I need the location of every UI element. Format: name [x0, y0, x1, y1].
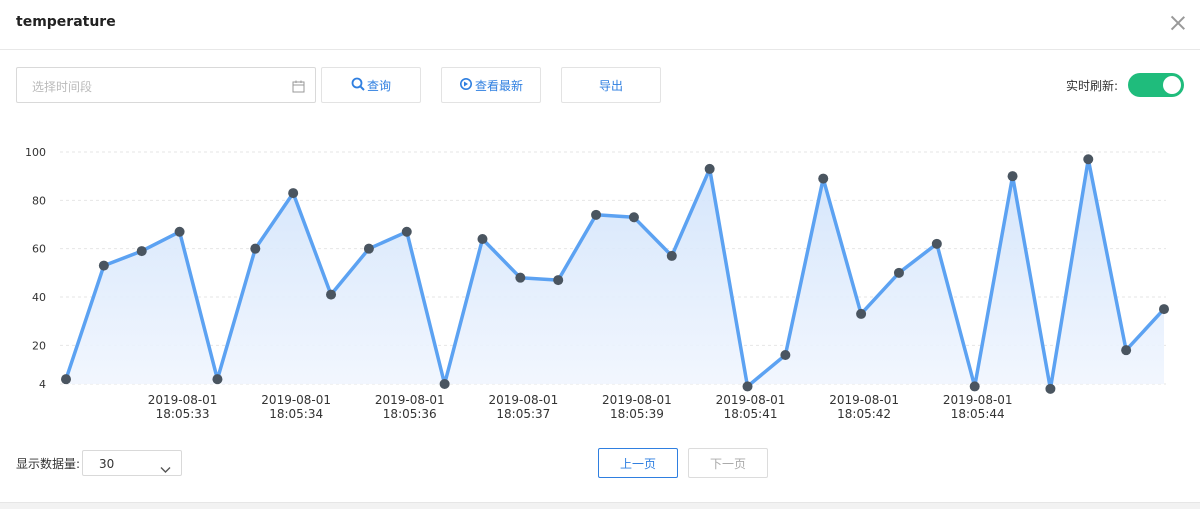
export-button[interactable]: 导出	[561, 67, 661, 103]
chevron-down-icon	[160, 459, 171, 478]
data-point[interactable]	[326, 289, 337, 300]
y-tick-label: 40	[32, 291, 46, 304]
data-point[interactable]	[174, 226, 185, 237]
export-button-label: 导出	[598, 78, 623, 93]
data-point[interactable]	[742, 381, 753, 392]
data-point[interactable]	[288, 188, 299, 199]
date-range-placeholder: 选择时间段	[32, 80, 93, 94]
dialog-title: temperature	[16, 14, 116, 30]
data-point[interactable]	[969, 381, 980, 392]
y-tick-label: 80	[32, 194, 46, 207]
data-point[interactable]	[704, 163, 715, 174]
y-tick-label: 100	[25, 146, 46, 159]
x-tick-time-label: 18:05:42	[837, 407, 891, 421]
x-tick-date-label: 2019-08-01	[943, 393, 1013, 407]
data-point[interactable]	[666, 250, 677, 261]
x-tick-time-label: 18:05:37	[496, 407, 550, 421]
data-point[interactable]	[1007, 171, 1018, 182]
data-point[interactable]	[591, 209, 602, 220]
data-point[interactable]	[98, 260, 109, 271]
data-point[interactable]	[515, 272, 526, 283]
view-latest-label: 查看最新	[474, 78, 523, 93]
x-tick-date-label: 2019-08-01	[148, 393, 218, 407]
previous-page-button[interactable]: 上一页	[598, 448, 678, 478]
data-point[interactable]	[818, 173, 829, 184]
data-count-label: 显示数据量:	[16, 457, 81, 471]
x-tick-time-label: 18:05:44	[951, 407, 1005, 421]
data-point[interactable]	[893, 267, 904, 278]
x-tick-date-label: 2019-08-01	[261, 393, 331, 407]
data-point[interactable]	[1159, 304, 1169, 315]
data-point[interactable]	[856, 308, 867, 319]
view-latest-button[interactable]: 查看最新	[441, 67, 541, 103]
calendar-icon	[292, 78, 305, 97]
data-point[interactable]	[1121, 345, 1132, 356]
realtime-refresh-toggle[interactable]	[1128, 73, 1184, 97]
query-button-label: 查询	[366, 78, 391, 93]
data-point[interactable]	[1083, 154, 1094, 165]
data-point[interactable]	[628, 212, 639, 223]
x-tick-time-label: 18:05:33	[156, 407, 210, 421]
x-tick-date-label: 2019-08-01	[488, 393, 558, 407]
x-tick-time-label: 18:05:34	[269, 407, 323, 421]
x-tick-time-label: 18:05:39	[610, 407, 664, 421]
date-range-picker[interactable]: 选择时间段	[16, 67, 316, 103]
x-tick-date-label: 2019-08-01	[716, 393, 786, 407]
y-tick-label: 20	[32, 339, 46, 352]
data-count-select[interactable]: 30	[82, 450, 182, 476]
data-point[interactable]	[439, 379, 450, 389]
data-point[interactable]	[780, 350, 791, 360]
footer-strip	[0, 502, 1200, 509]
dialog-header: temperature	[0, 0, 1200, 50]
search-icon	[351, 77, 367, 94]
y-tick-label: 4	[39, 378, 46, 391]
realtime-refresh-label: 实时刷新:	[1066, 79, 1119, 93]
data-point[interactable]	[363, 243, 374, 254]
refresh-icon	[459, 77, 475, 94]
x-tick-date-label: 2019-08-01	[375, 393, 445, 407]
chart-area-fill	[66, 159, 1164, 389]
data-point[interactable]	[401, 226, 412, 237]
x-tick-time-label: 18:05:41	[724, 407, 778, 421]
data-point[interactable]	[477, 234, 488, 244]
y-tick-label: 60	[32, 243, 46, 256]
close-icon[interactable]	[1170, 15, 1186, 31]
data-point[interactable]	[1045, 383, 1056, 394]
data-point[interactable]	[136, 246, 147, 257]
next-page-button[interactable]: 下一页	[688, 448, 768, 478]
data-point[interactable]	[61, 374, 71, 385]
query-button[interactable]: 查询	[321, 67, 421, 103]
toggle-knob	[1163, 76, 1181, 94]
data-point[interactable]	[931, 238, 942, 249]
data-point[interactable]	[212, 374, 223, 385]
data-count-value: 30	[99, 457, 115, 471]
data-point[interactable]	[553, 275, 564, 286]
x-tick-date-label: 2019-08-01	[829, 393, 899, 407]
data-point[interactable]	[250, 243, 261, 254]
temperature-chart: 420406080100 2019-08-0118:05:332019-08-0…	[25, 146, 1169, 421]
x-tick-date-label: 2019-08-01	[602, 393, 672, 407]
x-tick-time-label: 18:05:36	[383, 407, 437, 421]
